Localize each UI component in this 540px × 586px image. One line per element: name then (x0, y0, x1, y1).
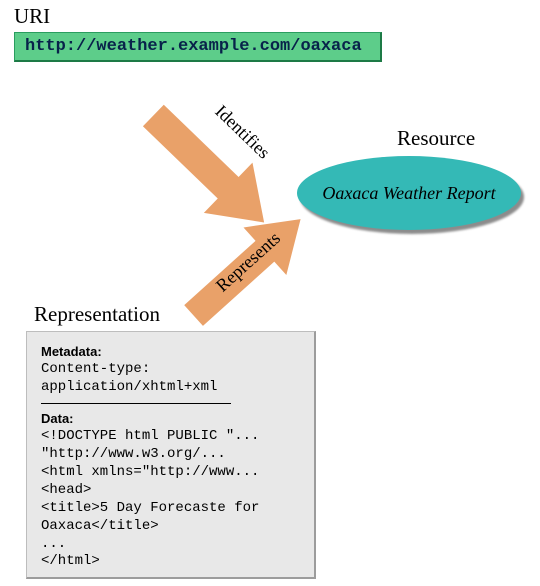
identifies-arrow (180, 62, 340, 192)
resource-name: Oaxaca Weather Report (322, 183, 495, 204)
resource-label: Resource (397, 126, 475, 151)
data-line: <html xmlns="http://www... (41, 464, 300, 482)
metadata-heading: Metadata: (41, 344, 300, 361)
data-line: "http://www.w3.org/... (41, 446, 300, 464)
representation-label: Representation (34, 302, 160, 327)
uri-label: URI (14, 4, 50, 29)
data-line: </html> (41, 553, 300, 571)
data-heading: Data: (41, 411, 300, 428)
metadata-line: Content-type: (41, 361, 300, 379)
metadata-line: application/xhtml+xml (41, 379, 300, 397)
data-line: <!DOCTYPE html PUBLIC "... (41, 428, 300, 446)
uri-value: http://weather.example.com/oaxaca (25, 37, 362, 56)
data-line: Oaxaca</title> (41, 518, 300, 536)
representation-box: Metadata: Content-type: application/xhtm… (26, 331, 316, 579)
data-line: <head> (41, 482, 300, 500)
data-line: <title>5 Day Forecaste for (41, 500, 300, 518)
uri-box: http://weather.example.com/oaxaca (14, 32, 382, 62)
data-line: ... (41, 536, 300, 554)
representation-divider (41, 403, 231, 404)
